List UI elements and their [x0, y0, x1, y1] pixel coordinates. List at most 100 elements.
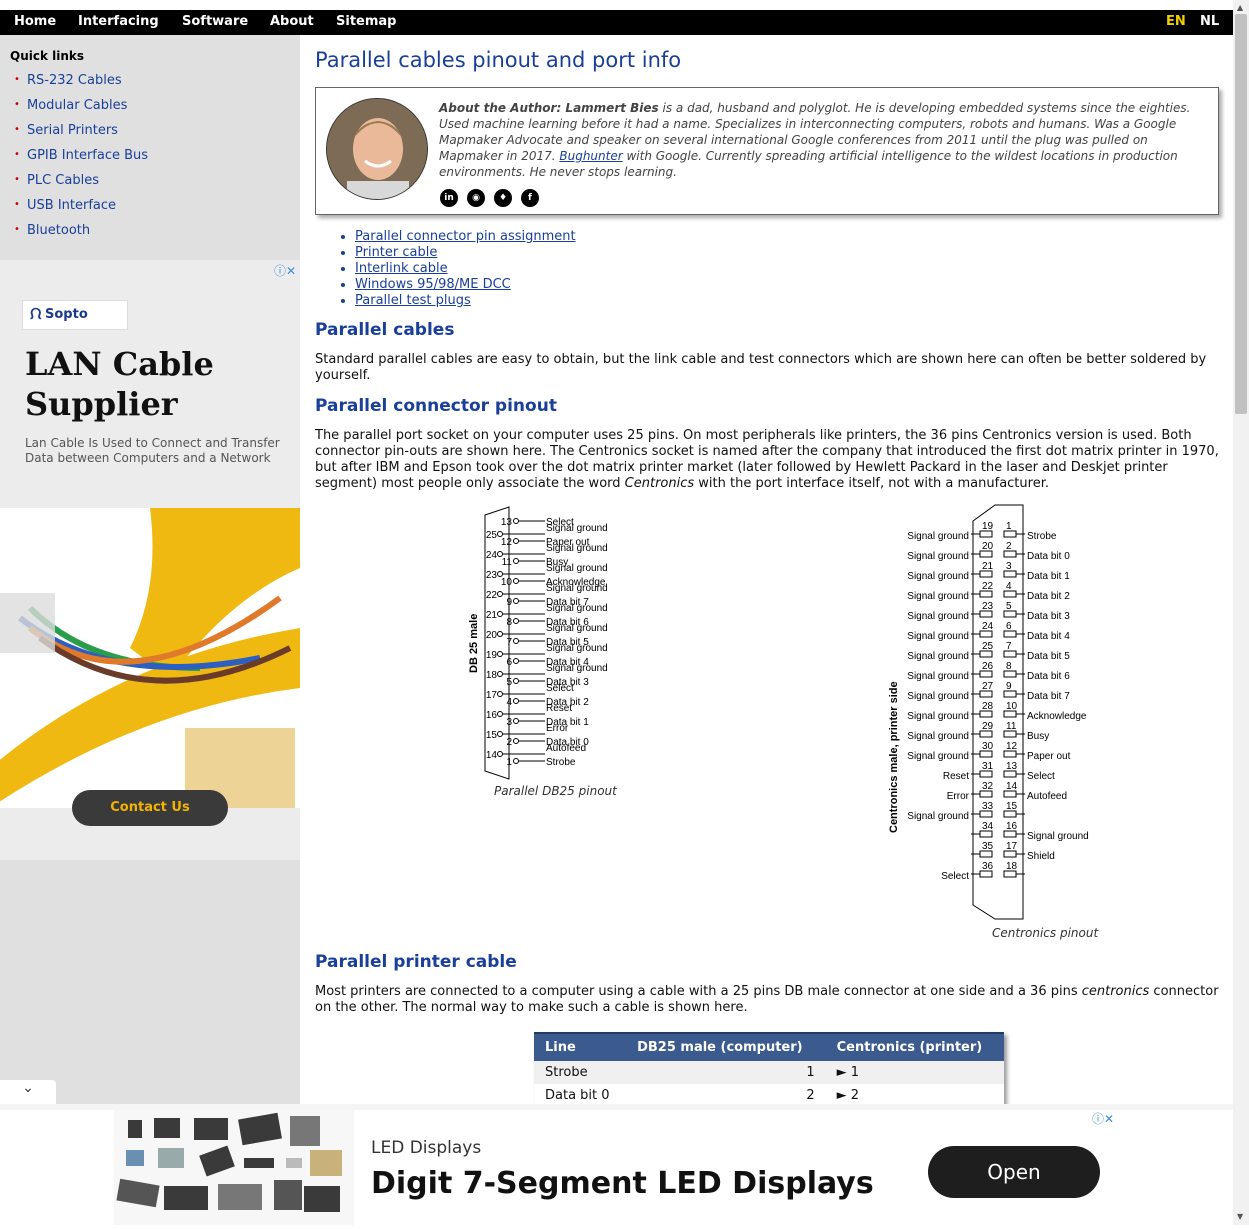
twitter-icon[interactable]: ♦ [494, 189, 512, 207]
scrollbar-thumb[interactable] [1235, 14, 1247, 414]
db25-pin-number: 25 [486, 530, 498, 541]
quick-links-list: • RS-232 Cables • Modular Cables • Serial P… [14, 73, 148, 248]
ad-choices-icon[interactable]: ⓘ✕ [1092, 1110, 1114, 1127]
ad-subtext: Lan Cable Is Used to Connect and Transfe… [25, 436, 280, 465]
printer-cable-table: Line DB25 male (computer) Centronics (pr… [534, 1032, 1004, 1105]
db25-pin-label: Signal ground [546, 563, 608, 574]
sidebar-ad[interactable]: ⓘ✕ ᙁ Sopto LAN Cable Supplier Lan Cable … [0, 260, 300, 860]
lang-en-link[interactable]: EN [1166, 14, 1186, 29]
ad-brand-logo: ᙁ Sopto [22, 300, 128, 330]
nav-about[interactable]: About [270, 14, 314, 29]
col-header-centronics: Centronics (printer) [825, 1032, 1004, 1061]
db25-pin [497, 671, 503, 677]
db25-pin [513, 638, 519, 644]
centronics-pin-number: 8 [1006, 661, 1012, 672]
scroll-up-icon[interactable]: ▲ [1237, 3, 1243, 12]
centronics-pin-label: Data bit 0 [1027, 551, 1070, 562]
centronics-pin-label: Signal ground [907, 571, 969, 582]
centronics-pin-number: 28 [982, 701, 994, 712]
centronics-pin-number: 36 [982, 861, 994, 872]
db25-pin [513, 558, 519, 564]
centronics-pinout-diagram: Centronics male, printer side 19 1 Signal g… [888, 504, 1089, 920]
db25-pin-number: 2 [506, 737, 512, 748]
quick-link-serial-printers[interactable]: • Serial Printers [14, 123, 148, 148]
ad-open-button[interactable]: Open [928, 1146, 1100, 1198]
col-header-line: Line [534, 1032, 627, 1061]
db25-pin [497, 691, 503, 697]
centronics-pin-number: 3 [1006, 561, 1012, 572]
centronics-pin-label: Paper out [1027, 751, 1071, 762]
centronics-pin-label: Signal ground [907, 631, 969, 642]
centronics-pin-label: Signal ground [907, 731, 969, 742]
db25-pin [497, 591, 503, 597]
bullet-icon: • [14, 124, 20, 135]
scroll-down-icon[interactable]: ▼ [1237, 1212, 1243, 1221]
db25-pin-label: Select [546, 683, 574, 694]
bughunter-link[interactable]: Bughunter [559, 149, 622, 163]
centronics-pin-label: Data bit 7 [1027, 691, 1070, 702]
db25-pin-number: 21 [486, 610, 498, 621]
cell-centronics: ► 2 [836, 1088, 860, 1103]
github-icon[interactable]: ◉ [467, 189, 485, 207]
toc-windows-dcc[interactable]: Windows 95/98/ME DCC [355, 277, 576, 293]
centronics-pin-label: Signal ground [1027, 831, 1089, 842]
centronics-pin-number: 12 [1006, 741, 1018, 752]
section-parallel-cables-text: Standard parallel cables are easy to obt… [315, 352, 1207, 383]
centronics-pin-number: 30 [982, 741, 994, 752]
db25-pinout-diagram: DB 25 male13 Select12 Paper out11 Busy10 Ack… [468, 506, 608, 780]
db25-pin [513, 538, 519, 544]
db25-pin-label: Signal ground [546, 663, 608, 674]
centronics-pin-number: 16 [1006, 821, 1018, 832]
cell-line: Strobe [534, 1061, 627, 1084]
linkedin-icon[interactable]: in [440, 189, 458, 207]
nav-sitemap[interactable]: Sitemap [336, 14, 396, 29]
ad-choices-icon[interactable]: ⓘ✕ [274, 262, 296, 279]
bullet-icon: • [14, 99, 20, 110]
bottom-banner-ad[interactable]: ⓘ✕ LED Displays Digit 7-Segment LED Disp… [114, 1110, 1118, 1225]
db25-pin [513, 578, 519, 584]
chevron-down-icon: ⌄ [22, 1080, 34, 1096]
db25-pin-number: 14 [486, 750, 498, 761]
quick-link-plc[interactable]: • PLC Cables [14, 173, 148, 198]
toc-printer-cable[interactable]: Printer cable [355, 245, 576, 261]
cell-db25: 1 [626, 1061, 826, 1084]
nav-interfacing[interactable]: Interfacing [78, 14, 159, 29]
centronics-pin-number: 1 [1006, 521, 1012, 532]
top-navigation: Home Interfacing Software About Sitemap … [0, 10, 1233, 35]
centronics-pin-label: Error [947, 791, 970, 802]
lang-nl-link[interactable]: NL [1200, 14, 1219, 29]
toc-connector-pin-assignment[interactable]: Parallel connector pin assignment [355, 229, 576, 245]
ad-contact-us-button[interactable]: Contact Us [72, 790, 228, 826]
toc-test-plugs[interactable]: Parallel test plugs [355, 293, 576, 309]
db25-pin-number: 23 [486, 570, 498, 581]
quick-link-modular[interactable]: • Modular Cables [14, 98, 148, 123]
quick-link-usb[interactable]: • USB Interface [14, 198, 148, 223]
toc-interlink-cable[interactable]: Interlink cable [355, 261, 576, 277]
db25-pin [497, 531, 503, 537]
centronics-pin-number: 22 [982, 581, 994, 592]
ad-headline: LAN Cable Supplier [25, 345, 214, 423]
section-printer-cable-title: Parallel printer cable [315, 952, 517, 972]
table-row: Strobe 1 ► 1 [534, 1061, 1004, 1084]
ad-brand: LED Displays [371, 1138, 482, 1158]
centronics-side-label: Centronics male, printer side [888, 681, 900, 833]
nav-software[interactable]: Software [182, 14, 248, 29]
section-printer-cable-text: Most printers are connected to a compute… [315, 984, 1219, 1015]
db25-pin [513, 718, 519, 724]
cell-db25: 2 [806, 1088, 815, 1103]
quick-link-bluetooth[interactable]: • Bluetooth [14, 223, 148, 248]
facebook-icon[interactable]: f [521, 189, 539, 207]
centronics-pin-number: 29 [982, 721, 994, 732]
table-row: Data bit 0 2 ► 2 [534, 1084, 1004, 1105]
centronics-pin-number: 19 [982, 521, 994, 532]
db25-pin-number: 24 [486, 550, 498, 561]
quick-link-gpib[interactable]: • GPIB Interface Bus [14, 148, 148, 173]
quick-link-rs232[interactable]: • RS-232 Cables [14, 73, 148, 98]
centronics-pin-label: Signal ground [907, 691, 969, 702]
centronics-pin-label: Shield [1027, 851, 1055, 862]
page-scrollbar[interactable]: ▲ ▼ [1233, 0, 1249, 1225]
collapse-ad-button[interactable]: ⌄ [0, 1080, 56, 1104]
nav-home[interactable]: Home [14, 14, 56, 29]
db25-pin [497, 611, 503, 617]
centronics-pin-label: Busy [1027, 731, 1049, 742]
